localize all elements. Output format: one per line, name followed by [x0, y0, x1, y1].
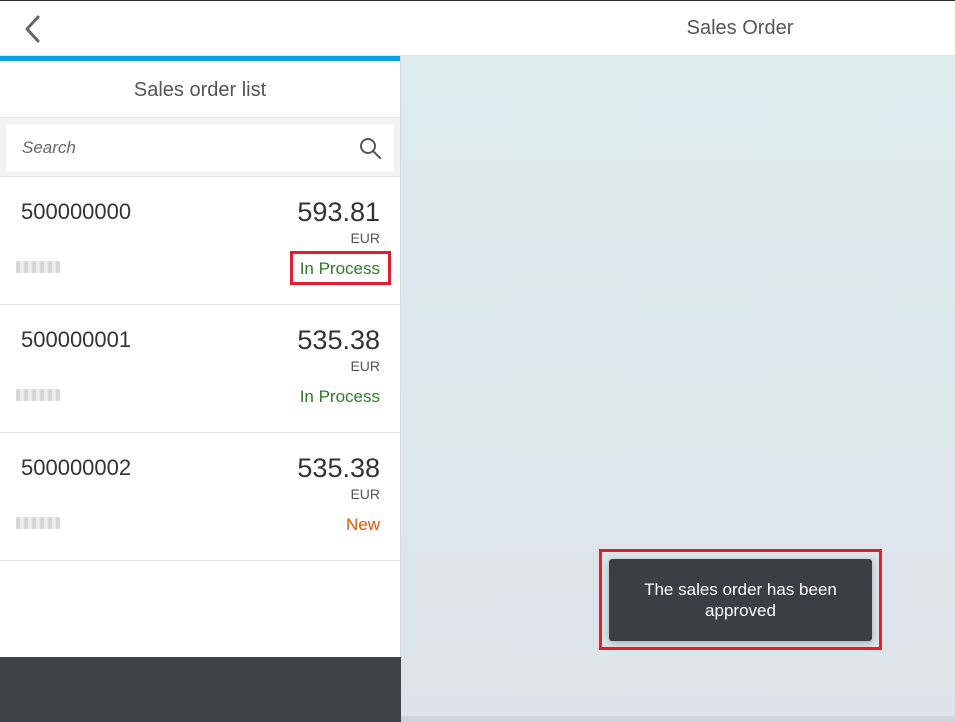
order-amount: 593.81: [297, 197, 380, 227]
order-number: 500000002: [21, 455, 132, 480]
list-item[interactable]: 500000002 535.38 EUR New: [0, 433, 400, 561]
status-badge: New: [345, 515, 380, 534]
order-number: 500000001: [21, 327, 132, 352]
search-input[interactable]: [6, 124, 346, 172]
order-number: 500000000: [21, 199, 132, 224]
list-item[interactable]: 500000001 535.38 EUR In Process: [0, 305, 400, 433]
highlight-box: [290, 251, 391, 285]
toast-message: The sales order has been approved: [609, 559, 872, 641]
search-field: [5, 123, 395, 173]
master-title: Sales order list: [0, 61, 400, 118]
chevron-left-icon: [25, 15, 40, 43]
order-amount: 535.38: [297, 453, 380, 483]
customer-name-redacted: [16, 389, 60, 401]
list-item[interactable]: 500000000 593.81 EUR In Process: [0, 177, 400, 305]
back-button[interactable]: [14, 11, 50, 47]
order-currency: EUR: [350, 358, 380, 374]
page-title: Sales Order: [686, 17, 794, 39]
status-badge: In Process: [299, 387, 380, 406]
app-header: Sales Order: [0, 0, 955, 56]
order-currency: EUR: [350, 486, 380, 502]
customer-name-redacted: [16, 517, 60, 529]
order-amount: 535.38: [297, 325, 380, 355]
sales-order-list: 500000000 593.81 EUR In Process 50000000…: [0, 177, 400, 561]
master-pane: Sales order list 500000000 593.81 EUR In…: [0, 56, 401, 722]
detail-bottom-bar: [401, 716, 955, 722]
customer-name-redacted: [16, 261, 60, 273]
search-bar: [0, 118, 400, 177]
search-icon[interactable]: [358, 136, 382, 160]
master-footer-toolbar: [0, 657, 401, 722]
order-currency: EUR: [350, 230, 380, 246]
